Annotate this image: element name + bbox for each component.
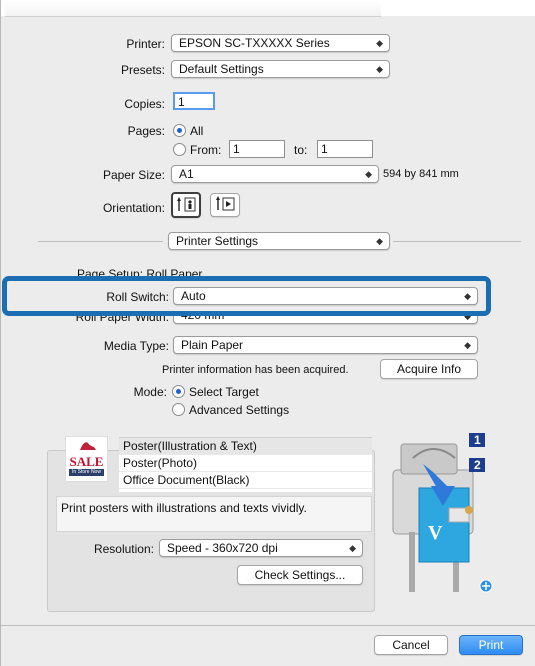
updown-arrow-icon: ◆ <box>464 340 471 350</box>
mode-select-target-label: Select Target <box>189 385 259 399</box>
mode-label: Mode: <box>133 385 167 399</box>
target-description: Print posters with illustrations and tex… <box>56 496 372 532</box>
presets-select[interactable]: Default Settings ◆ <box>171 60 390 78</box>
resolution-value: Speed - 360x720 dpi <box>167 541 278 555</box>
check-settings-button[interactable]: Check Settings... <box>237 565 363 585</box>
instore-text: In Store Now <box>69 469 104 476</box>
portrait-button[interactable] <box>171 192 201 218</box>
updown-arrow-icon: ◆ <box>349 543 356 553</box>
pages-all-radio[interactable] <box>173 124 186 137</box>
printer-value: EPSON SC-TXXXXX Series <box>179 36 330 50</box>
section-select[interactable]: Printer Settings ◆ <box>168 232 390 250</box>
updown-arrow-icon: ◆ <box>376 38 383 48</box>
resolution-select[interactable]: Speed - 360x720 dpi ◆ <box>159 539 363 557</box>
portrait-icon <box>177 197 196 212</box>
paper-size-select[interactable]: A1 ◆ <box>171 165 379 183</box>
roll-switch-highlight <box>2 276 491 316</box>
target-item-2[interactable]: Poster(Photo) <box>119 455 372 472</box>
landscape-icon <box>216 196 235 211</box>
printer-select[interactable]: EPSON SC-TXXXXX Series ◆ <box>171 34 390 52</box>
printer-label: Printer: <box>126 37 165 51</box>
paper-size-value: A1 <box>179 167 194 181</box>
updown-arrow-icon: ◆ <box>376 236 383 246</box>
presets-value: Default Settings <box>179 62 264 76</box>
window-shadow <box>5 0 381 17</box>
printer-illustration <box>392 433 493 593</box>
pages-from-radio[interactable] <box>173 143 186 156</box>
landscape-button[interactable] <box>210 193 240 217</box>
separator-left <box>38 241 163 242</box>
pages-all-label: All <box>190 124 204 138</box>
print-button[interactable]: Print <box>459 635 523 655</box>
target-list: Poster(Illustration & Text) Poster(Photo… <box>119 437 372 492</box>
paper-v-label: V <box>428 522 443 544</box>
badge-one: 1 <box>474 433 481 447</box>
presets-label: Presets: <box>120 63 165 77</box>
roll-width-label: Roll Paper Width: <box>75 315 169 324</box>
shoe-icon <box>80 442 96 450</box>
media-type-label: Media Type: <box>103 339 169 353</box>
updown-arrow-icon: ◆ <box>376 64 383 74</box>
window-top <box>1 0 535 17</box>
sale-poster-icon: SALE In Store Now <box>65 436 108 482</box>
pages-label: Pages: <box>127 124 165 138</box>
acquire-info-button[interactable]: Acquire Info <box>380 359 478 379</box>
pages-to-field[interactable]: 1 <box>317 140 373 158</box>
pages-from-field[interactable]: 1 <box>229 140 285 158</box>
mode-select-target-radio[interactable] <box>172 385 185 398</box>
target-item-3[interactable]: Office Document(Black) <box>119 472 372 489</box>
updown-arrow-icon: ◆ <box>365 169 372 179</box>
mode-advanced-label: Advanced Settings <box>189 403 290 417</box>
bottom-separator <box>1 625 535 626</box>
media-type-select[interactable]: Plain Paper ◆ <box>173 336 478 354</box>
paper-size-dims: 594 by 841 mm <box>383 168 459 180</box>
paper-size-label: Paper Size: <box>102 168 165 182</box>
target-item-1[interactable]: Poster(Illustration & Text) <box>119 438 372 455</box>
cancel-button[interactable]: Cancel <box>374 635 448 655</box>
sale-text: SALE <box>69 454 104 469</box>
pages-to-label: to: <box>294 143 308 157</box>
printer-info-text: Printer information has been acquired. <box>162 364 349 376</box>
resolution-label: Resolution: <box>93 542 154 556</box>
badge-two: 2 <box>474 458 481 472</box>
copies-label: Copies: <box>124 97 165 111</box>
print-dialog: Printer: EPSON SC-TXXXXX Series ◆ Presets… <box>0 0 535 666</box>
orientation-label: Orientation: <box>102 201 165 215</box>
pages-from-label: From: <box>190 143 222 157</box>
mode-advanced-radio[interactable] <box>172 403 185 416</box>
separator-right <box>393 241 521 242</box>
media-type-value: Plain Paper <box>181 338 244 352</box>
copies-field[interactable]: 1 <box>173 92 215 110</box>
section-value: Printer Settings <box>176 234 259 248</box>
